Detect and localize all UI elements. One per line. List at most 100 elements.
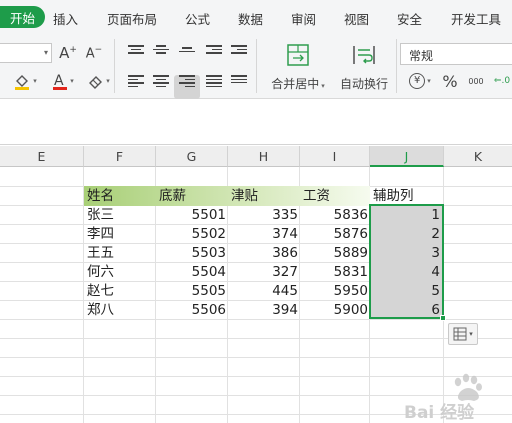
toolbar-divider xyxy=(256,39,257,93)
cell-name[interactable]: 赵七 xyxy=(84,281,156,300)
header-cell-base-salary[interactable]: 底薪 xyxy=(156,186,228,206)
increase-font-size-button[interactable]: A+ xyxy=(58,43,78,63)
cell-name[interactable]: 张三 xyxy=(84,205,156,224)
increase-indent-icon[interactable] xyxy=(231,43,247,57)
wrap-text-button[interactable]: 自动换行 xyxy=(336,43,392,93)
chevron-down-icon: ▾ xyxy=(469,330,473,338)
chevron-down-icon: ▾ xyxy=(33,77,37,85)
cell-name[interactable]: 何六 xyxy=(84,262,156,281)
fill-color-button[interactable]: ▾ xyxy=(10,71,40,91)
cell-allowance[interactable]: 445 xyxy=(228,281,300,300)
wrap-text-icon xyxy=(353,46,375,64)
watermark-logo: Bai 经验 xyxy=(404,373,482,423)
selection-border xyxy=(369,204,444,319)
formula-area-gap xyxy=(0,99,512,145)
cell-name[interactable]: 王五 xyxy=(84,243,156,262)
gridline xyxy=(0,357,512,358)
chevron-down-icon: ▾ xyxy=(43,48,48,57)
thousands-icon: 000 xyxy=(468,76,484,86)
merge-cells-icon xyxy=(287,44,309,66)
paint-bucket-icon xyxy=(15,75,30,90)
toolbar-divider xyxy=(396,39,397,93)
justify-icon[interactable] xyxy=(206,73,222,87)
cell-wage[interactable]: 5889 xyxy=(300,243,370,262)
increase-font-icon: A+ xyxy=(59,44,77,62)
cell-allowance[interactable]: 374 xyxy=(228,224,300,243)
column-header-e[interactable]: E xyxy=(0,146,84,167)
wrap-text-label: 自动换行 xyxy=(339,77,388,91)
cell-name[interactable]: 郑八 xyxy=(84,300,156,319)
header-cell-helper[interactable]: 辅助列 xyxy=(370,186,444,206)
cell-wage[interactable]: 5900 xyxy=(300,300,370,319)
chevron-down-icon: ▾ xyxy=(427,77,431,85)
decrease-font-size-button[interactable]: A− xyxy=(84,43,104,63)
tab-page-layout[interactable]: 页面布局 xyxy=(107,9,157,28)
svg-text:Bai 经验: Bai 经验 xyxy=(404,402,475,423)
column-header-f[interactable]: F xyxy=(84,146,156,167)
tab-security[interactable]: 安全 xyxy=(397,9,422,28)
tab-developer[interactable]: 开发工具 xyxy=(451,9,501,28)
gridline xyxy=(0,319,512,320)
percent-format-button[interactable]: % xyxy=(440,71,460,91)
column-header-k[interactable]: K xyxy=(444,146,512,167)
cell-base-salary[interactable]: 5506 xyxy=(156,300,228,319)
align-right-icon[interactable] xyxy=(179,73,195,87)
cell-base-salary[interactable]: 5504 xyxy=(156,262,228,281)
column-header-g[interactable]: G xyxy=(156,146,228,167)
cell-base-salary[interactable]: 5502 xyxy=(156,224,228,243)
tab-insert[interactable]: 插入 xyxy=(53,9,78,28)
autofill-options-icon xyxy=(453,327,467,341)
ribbon-toolbar: ▾ A+ A− ▾ A ▾ ▾ 合并居中 ▾ 自动换行 常规 ¥ ▾ % 000… xyxy=(0,33,512,99)
align-left-icon[interactable] xyxy=(128,73,144,87)
cell-allowance[interactable]: 394 xyxy=(228,300,300,319)
cell-wage[interactable]: 5876 xyxy=(300,224,370,243)
percent-icon: % xyxy=(442,71,458,91)
cell-base-salary[interactable]: 5503 xyxy=(156,243,228,262)
align-center-icon[interactable] xyxy=(153,73,169,87)
svg-text:A: A xyxy=(54,73,64,89)
increase-decimal-button[interactable]: ⇐.0 xyxy=(492,71,512,91)
column-header-h[interactable]: H xyxy=(228,146,300,167)
chevron-down-icon: ▾ xyxy=(106,77,110,85)
eraser-icon xyxy=(89,76,103,89)
tab-view[interactable]: 视图 xyxy=(344,9,369,28)
merge-center-button[interactable]: 合并居中 ▾ xyxy=(270,43,326,93)
column-header-i[interactable]: I xyxy=(300,146,370,167)
align-top-icon[interactable] xyxy=(128,43,144,57)
header-cell-wage[interactable]: 工资 xyxy=(300,186,370,206)
align-middle-icon[interactable] xyxy=(153,43,169,57)
fill-handle[interactable] xyxy=(440,315,446,321)
cell-allowance[interactable]: 327 xyxy=(228,262,300,281)
cell-allowance[interactable]: 335 xyxy=(228,205,300,224)
merge-center-label: 合并居中 ▾ xyxy=(271,77,325,91)
header-cell-allowance[interactable]: 津贴 xyxy=(228,186,300,206)
align-bottom-icon[interactable] xyxy=(179,45,195,59)
header-cell-name[interactable]: 姓名 xyxy=(84,186,156,206)
baidu-jingyan-watermark: Bai 经验 xyxy=(400,368,512,423)
currency-icon: ¥ xyxy=(409,73,426,89)
cell-name[interactable]: 李四 xyxy=(84,224,156,243)
clear-format-button[interactable]: ▾ xyxy=(84,71,114,91)
cell-wage[interactable]: 5831 xyxy=(300,262,370,281)
font-color-icon: A xyxy=(53,73,68,90)
decrease-indent-icon[interactable] xyxy=(206,43,222,57)
ribbon-tab-bar: 开始 插入 页面布局 公式 数据 审阅 视图 安全 开发工具 xyxy=(0,0,512,33)
cell-wage[interactable]: 5950 xyxy=(300,281,370,300)
tab-home[interactable]: 开始 xyxy=(0,6,46,28)
font-size-select[interactable]: ▾ xyxy=(0,43,52,63)
decrease-font-icon: A− xyxy=(85,44,103,62)
cell-base-salary[interactable]: 5505 xyxy=(156,281,228,300)
cell-wage[interactable]: 5836 xyxy=(300,205,370,224)
distributed-align-icon[interactable] xyxy=(231,73,247,87)
tab-formulas[interactable]: 公式 xyxy=(185,9,210,28)
thousands-separator-button[interactable]: 000 xyxy=(465,71,487,91)
currency-format-button[interactable]: ¥ ▾ xyxy=(405,71,435,91)
column-header-j[interactable]: J xyxy=(370,146,444,167)
font-color-button[interactable]: A ▾ xyxy=(48,71,78,91)
tab-data[interactable]: 数据 xyxy=(238,9,263,28)
cell-base-salary[interactable]: 5501 xyxy=(156,205,228,224)
cell-allowance[interactable]: 386 xyxy=(228,243,300,262)
tab-review[interactable]: 审阅 xyxy=(291,9,316,28)
autofill-options-button[interactable]: ▾ xyxy=(448,323,478,345)
number-format-select[interactable]: 常规 xyxy=(400,43,512,65)
